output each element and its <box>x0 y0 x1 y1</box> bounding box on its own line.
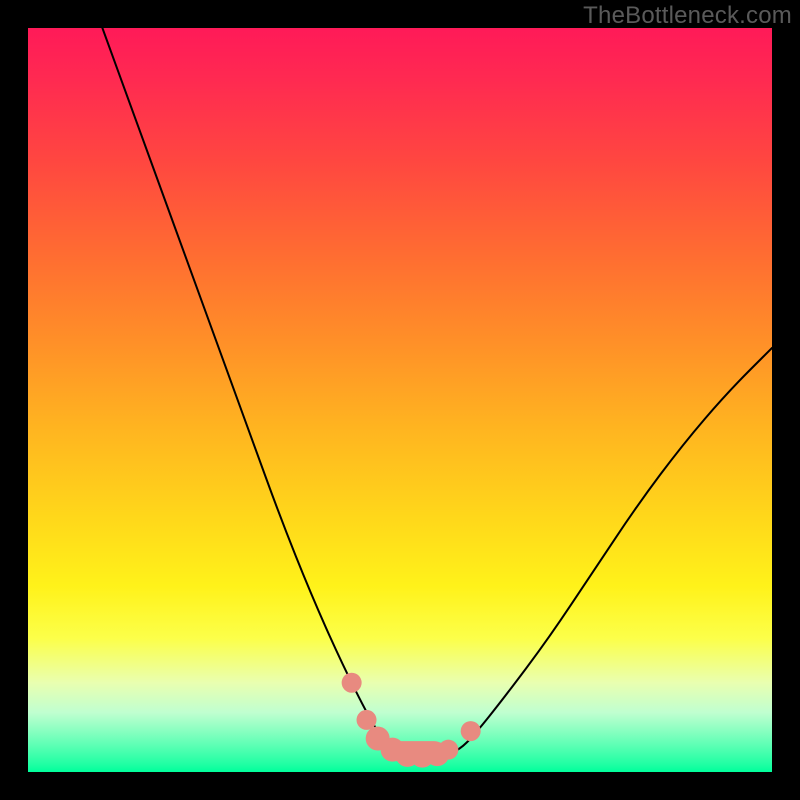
watermark-text: TheBottleneck.com <box>583 2 792 30</box>
trough-markers <box>342 673 481 768</box>
trough-marker <box>357 710 377 730</box>
trough-marker <box>342 673 362 693</box>
bottleneck-curve <box>102 28 772 757</box>
chart-frame: TheBottleneck.com <box>0 0 800 800</box>
chart-svg <box>28 28 772 772</box>
trough-marker <box>461 721 481 741</box>
trough-marker-bar <box>385 741 445 761</box>
